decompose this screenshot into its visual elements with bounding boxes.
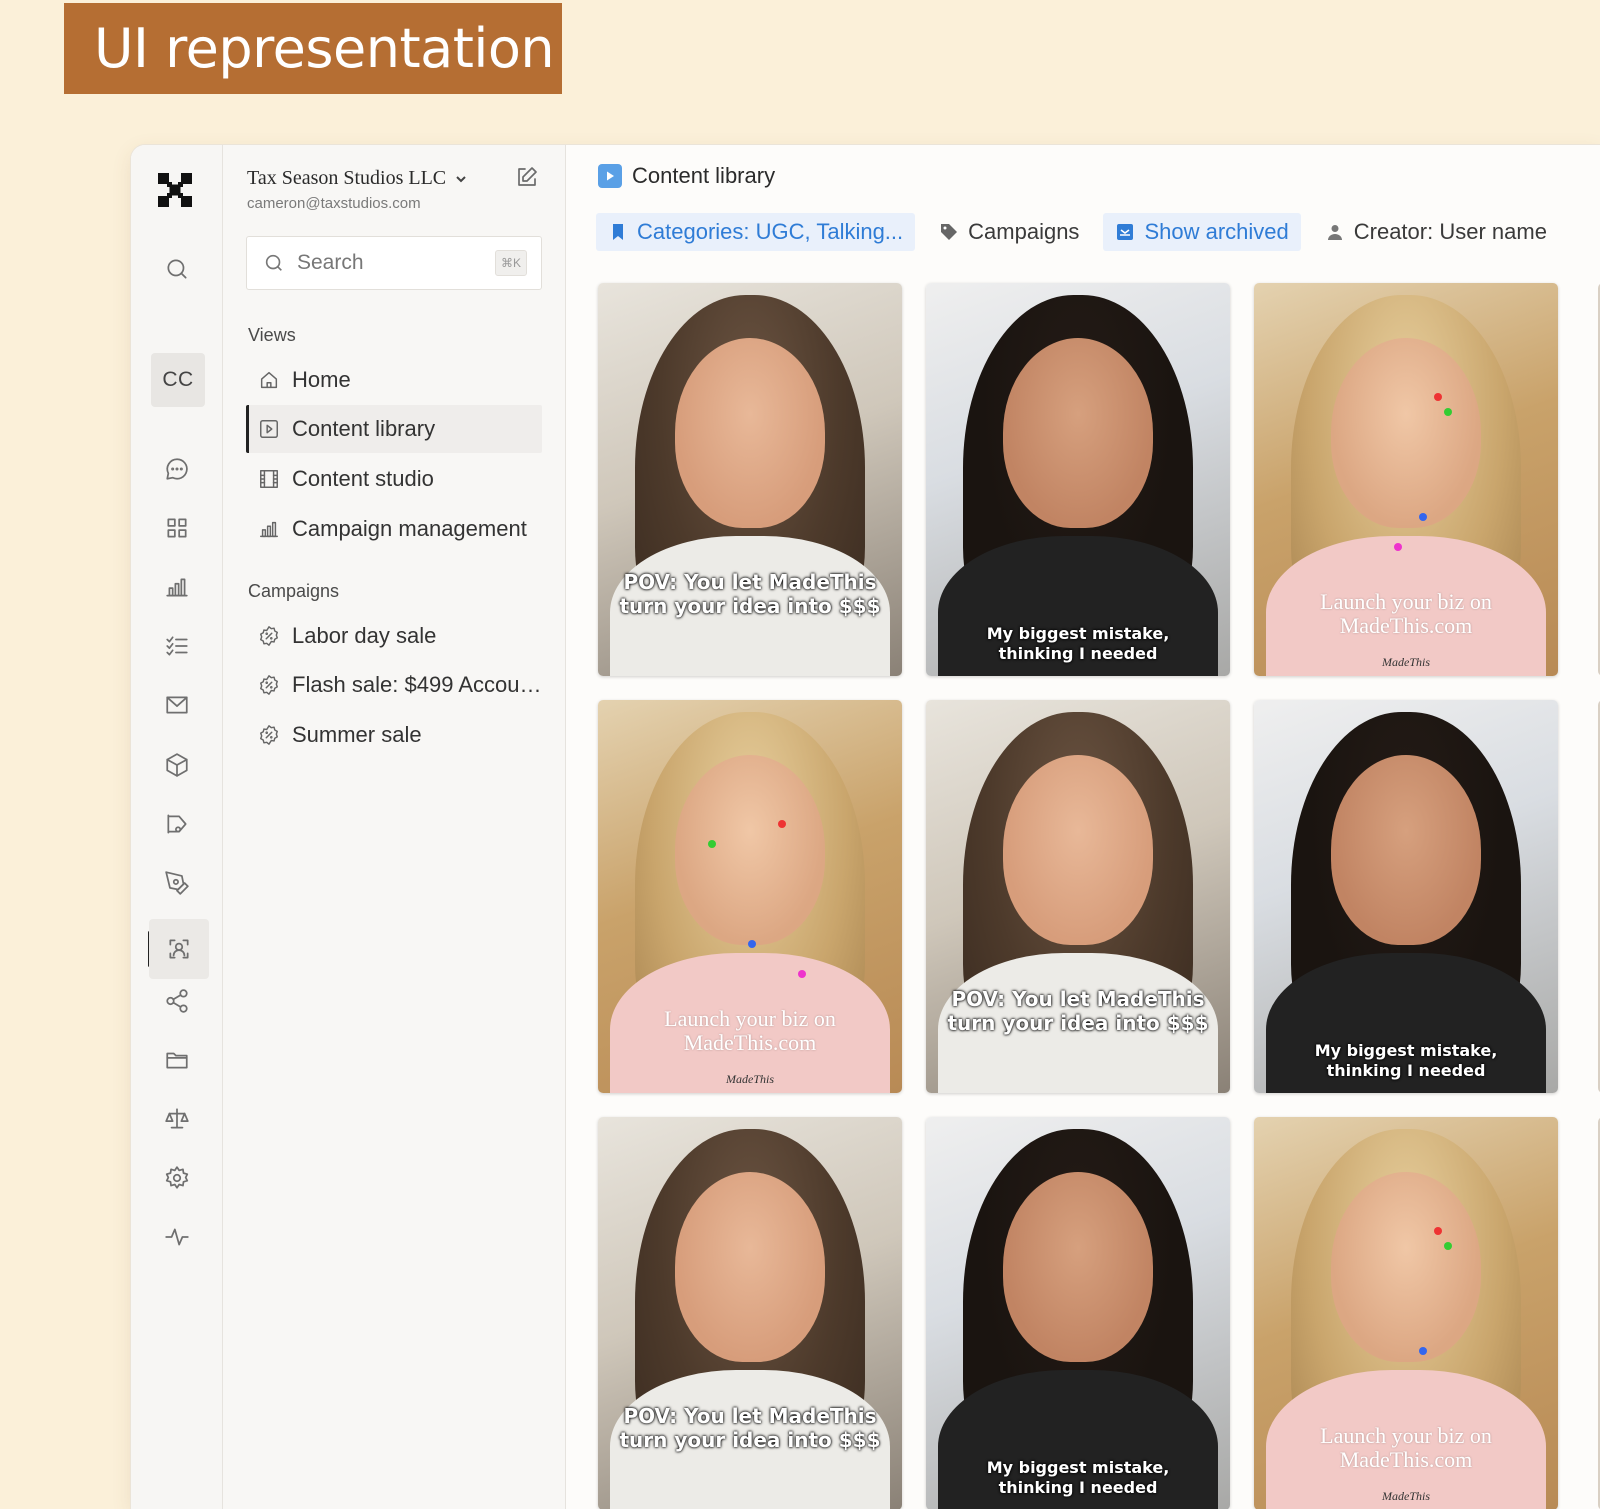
creator-scan-icon[interactable] bbox=[149, 919, 209, 979]
content-card[interactable]: My biggest mistake, thinking I needed bbox=[926, 1117, 1230, 1509]
box-icon[interactable] bbox=[153, 741, 201, 789]
content-card[interactable]: My biggest mistake, thinking I needed bbox=[1254, 700, 1558, 1093]
chat-icon[interactable] bbox=[153, 445, 201, 493]
filter-campaigns[interactable]: Campaigns bbox=[927, 213, 1091, 251]
banner-title: UI representation bbox=[64, 3, 562, 94]
card-caption: POV: You let MadeThis turn your idea into… bbox=[619, 1404, 881, 1452]
search-box[interactable]: ⌘K bbox=[246, 236, 542, 290]
nav-item-content-library[interactable]: Content library bbox=[246, 405, 542, 453]
film-icon bbox=[260, 470, 278, 488]
scale-icon[interactable] bbox=[153, 1095, 201, 1143]
filter-categories[interactable]: Categories: UGC, Talking... bbox=[596, 213, 916, 251]
home-icon bbox=[260, 371, 278, 389]
folder-icon[interactable] bbox=[153, 1036, 201, 1084]
play-square-icon bbox=[260, 420, 278, 438]
search-input[interactable] bbox=[297, 251, 487, 275]
campaigns-label: Campaigns bbox=[248, 581, 340, 601]
watermark: MadeThis bbox=[1382, 1489, 1430, 1503]
nav-item-summer-sale[interactable]: Summer sale bbox=[246, 711, 542, 759]
page-title: Content library bbox=[598, 163, 775, 189]
views-label: Views bbox=[248, 325, 296, 345]
bookmark-icon bbox=[613, 224, 623, 240]
nav-item-flash-sale[interactable]: Flash sale: $499 Accoun... bbox=[246, 661, 542, 709]
card-caption: POV: You let MadeThis turn your idea into… bbox=[947, 987, 1209, 1035]
sidebar: Tax Season Studios LLC cameron@taxstudio… bbox=[223, 145, 566, 1509]
pen-tool-icon[interactable] bbox=[153, 859, 201, 907]
user-icon bbox=[1327, 225, 1342, 240]
shortcut-badge: ⌘K bbox=[495, 250, 527, 276]
filter-creator[interactable]: Creator: User name bbox=[1313, 213, 1559, 251]
card-caption: POV: You let MadeThis turn your idea into… bbox=[619, 570, 881, 618]
app-window: CC Tax Season Studios LLC cameron@taxstu… bbox=[131, 145, 1600, 1509]
org-switcher[interactable]: Tax Season Studios LLC bbox=[247, 167, 468, 190]
archive-icon bbox=[1117, 224, 1134, 240]
discount-badge-icon bbox=[260, 675, 278, 695]
org-name: Tax Season Studios LLC bbox=[247, 167, 447, 189]
content-card[interactable]: POV: You let MadeThis turn your idea into… bbox=[926, 700, 1230, 1093]
content-card[interactable]: POV: You let MadeThis turn your idea into… bbox=[598, 283, 902, 676]
compose-button[interactable] bbox=[515, 165, 543, 193]
checklist-icon[interactable] bbox=[153, 622, 201, 670]
card-caption: My biggest mistake, thinking I needed bbox=[1314, 1041, 1498, 1080]
org-email: cameron@taxstudios.com bbox=[247, 195, 421, 212]
card-caption: Launch your biz on MadeThis.com bbox=[664, 1006, 836, 1055]
nav-item-campaign-management[interactable]: Campaign management bbox=[246, 505, 542, 553]
card-caption: My biggest mistake, thinking I needed bbox=[986, 624, 1170, 663]
filter-show-archived[interactable]: Show archived bbox=[1103, 213, 1301, 251]
search-icon[interactable] bbox=[153, 245, 201, 293]
bar-chart-icon bbox=[260, 521, 278, 538]
discount-badge-icon bbox=[260, 626, 278, 646]
filter-bar: Categories: UGC, Talking... Campaigns Sh… bbox=[596, 213, 1559, 251]
icon-rail: CC bbox=[131, 145, 223, 1509]
content-card[interactable]: POV: You let MadeThis turn your idea into… bbox=[598, 1117, 902, 1509]
card-caption: Launch your biz on MadeThis.com bbox=[1320, 589, 1492, 638]
card-caption: My biggest mistake, thinking I needed bbox=[986, 1458, 1170, 1497]
share-icon[interactable] bbox=[153, 977, 201, 1025]
play-square-icon bbox=[598, 164, 622, 188]
content-card[interactable]: My biggest mistake, thinking I needed bbox=[926, 283, 1230, 676]
tag-icon bbox=[941, 224, 958, 240]
gear-icon[interactable] bbox=[153, 1154, 201, 1202]
content-card[interactable]: Launch your biz on MadeThis.com MadeThis bbox=[1254, 1117, 1558, 1509]
main-content: Content library Categories: UGC, Talking… bbox=[566, 145, 1600, 1509]
watermark: MadeThis bbox=[726, 1072, 774, 1086]
search-icon bbox=[265, 254, 282, 271]
madethis-logo-icon[interactable] bbox=[158, 173, 192, 207]
nav-item-labor-day-sale[interactable]: Labor day sale bbox=[246, 612, 542, 660]
megaphone-icon[interactable] bbox=[153, 800, 201, 848]
nav-item-home[interactable]: Home bbox=[246, 356, 542, 404]
mail-icon[interactable] bbox=[153, 681, 201, 729]
avatar[interactable]: CC bbox=[151, 353, 205, 407]
bar-chart-icon[interactable] bbox=[153, 563, 201, 611]
content-card[interactable]: Launch your biz on MadeThis.com MadeThis bbox=[1254, 283, 1558, 676]
nav-item-content-studio[interactable]: Content studio bbox=[246, 455, 542, 503]
chevron-down-icon bbox=[456, 175, 466, 182]
watermark: MadeThis bbox=[1382, 655, 1430, 669]
edit-icon bbox=[518, 167, 537, 186]
grid-icon[interactable] bbox=[153, 504, 201, 552]
card-caption: Launch your biz on MadeThis.com bbox=[1320, 1423, 1492, 1472]
discount-badge-icon bbox=[260, 725, 278, 745]
content-card[interactable]: Launch your biz on MadeThis.com MadeThis bbox=[598, 700, 902, 1093]
activity-icon[interactable] bbox=[153, 1213, 201, 1261]
